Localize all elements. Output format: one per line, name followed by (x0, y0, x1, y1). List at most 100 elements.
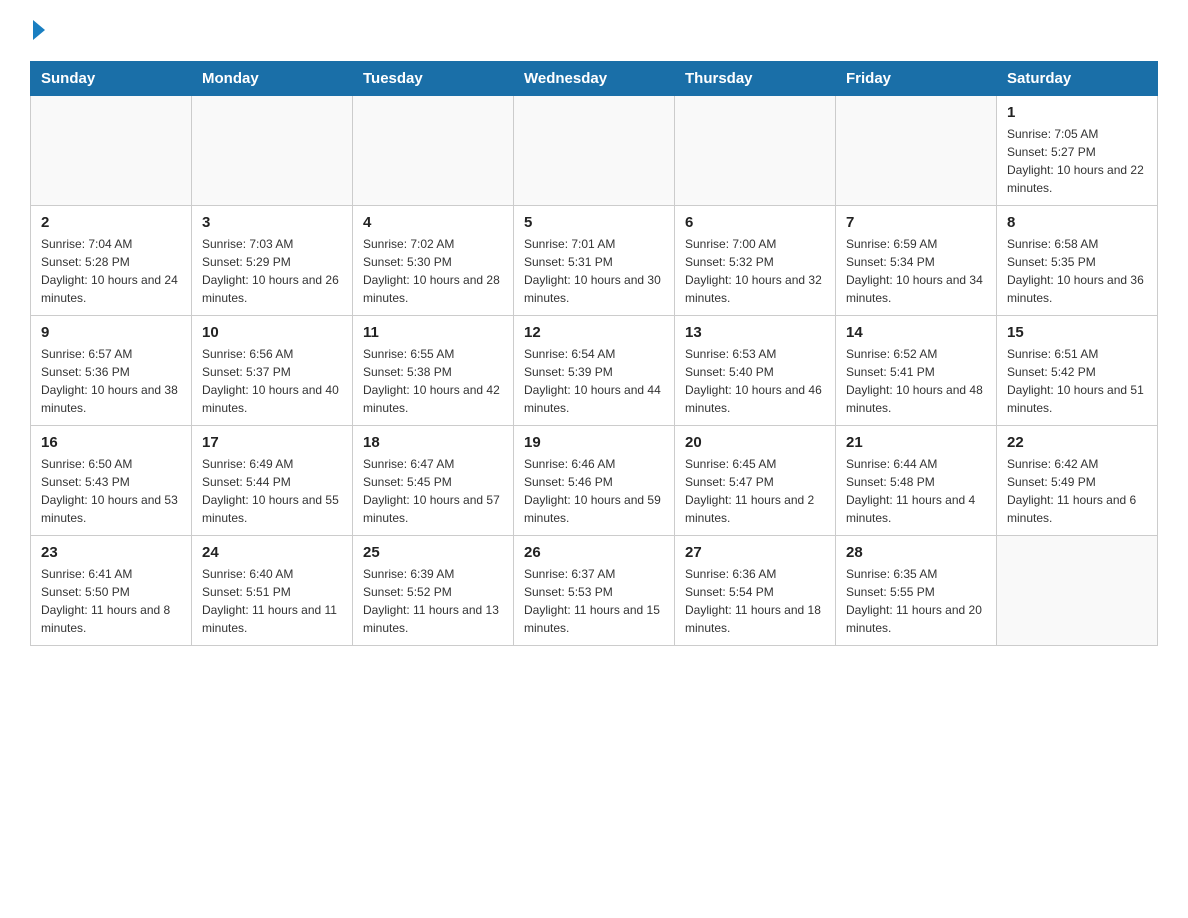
calendar-cell: 19 Sunrise: 6:46 AMSunset: 5:46 PMDayligh… (514, 426, 675, 536)
day-info: Sunrise: 7:03 AMSunset: 5:29 PMDaylight:… (202, 235, 342, 307)
calendar-cell (353, 96, 514, 206)
day-number: 4 (363, 214, 503, 231)
day-info: Sunrise: 6:46 AMSunset: 5:46 PMDaylight:… (524, 455, 664, 527)
day-info: Sunrise: 6:58 AMSunset: 5:35 PMDaylight:… (1007, 235, 1147, 307)
day-number: 23 (41, 544, 181, 561)
calendar-cell: 3 Sunrise: 7:03 AMSunset: 5:29 PMDaylight… (192, 206, 353, 316)
calendar-cell: 27 Sunrise: 6:36 AMSunset: 5:54 PMDayligh… (675, 536, 836, 646)
calendar-cell (675, 96, 836, 206)
logo-triangle-icon (33, 20, 45, 40)
day-number: 9 (41, 324, 181, 341)
calendar-table: SundayMondayTuesdayWednesdayThursdayFrid… (30, 61, 1158, 646)
day-number: 21 (846, 434, 986, 451)
day-number: 16 (41, 434, 181, 451)
day-number: 13 (685, 324, 825, 341)
day-info: Sunrise: 6:40 AMSunset: 5:51 PMDaylight:… (202, 565, 342, 637)
day-info: Sunrise: 7:01 AMSunset: 5:31 PMDaylight:… (524, 235, 664, 307)
day-number: 20 (685, 434, 825, 451)
day-info: Sunrise: 6:39 AMSunset: 5:52 PMDaylight:… (363, 565, 503, 637)
day-info: Sunrise: 6:54 AMSunset: 5:39 PMDaylight:… (524, 345, 664, 417)
calendar-cell: 10 Sunrise: 6:56 AMSunset: 5:37 PMDayligh… (192, 316, 353, 426)
calendar-cell: 24 Sunrise: 6:40 AMSunset: 5:51 PMDayligh… (192, 536, 353, 646)
calendar-cell: 21 Sunrise: 6:44 AMSunset: 5:48 PMDayligh… (836, 426, 997, 536)
day-info: Sunrise: 6:42 AMSunset: 5:49 PMDaylight:… (1007, 455, 1147, 527)
day-info: Sunrise: 7:00 AMSunset: 5:32 PMDaylight:… (685, 235, 825, 307)
day-header-monday: Monday (192, 62, 353, 96)
day-header-friday: Friday (836, 62, 997, 96)
calendar-cell: 26 Sunrise: 6:37 AMSunset: 5:53 PMDayligh… (514, 536, 675, 646)
week-row-4: 16 Sunrise: 6:50 AMSunset: 5:43 PMDayligh… (31, 426, 1158, 536)
calendar-cell: 20 Sunrise: 6:45 AMSunset: 5:47 PMDayligh… (675, 426, 836, 536)
day-info: Sunrise: 7:02 AMSunset: 5:30 PMDaylight:… (363, 235, 503, 307)
day-number: 7 (846, 214, 986, 231)
week-row-5: 23 Sunrise: 6:41 AMSunset: 5:50 PMDayligh… (31, 536, 1158, 646)
logo (30, 20, 45, 41)
calendar-cell: 5 Sunrise: 7:01 AMSunset: 5:31 PMDaylight… (514, 206, 675, 316)
calendar-cell: 11 Sunrise: 6:55 AMSunset: 5:38 PMDayligh… (353, 316, 514, 426)
week-row-2: 2Sunrise: 7:04 AMSunset: 5:28 PMDaylight… (31, 206, 1158, 316)
day-header-wednesday: Wednesday (514, 62, 675, 96)
day-number: 22 (1007, 434, 1147, 451)
calendar-cell: 22 Sunrise: 6:42 AMSunset: 5:49 PMDayligh… (997, 426, 1158, 536)
day-number: 11 (363, 324, 503, 341)
day-info: Sunrise: 6:41 AMSunset: 5:50 PMDaylight:… (41, 565, 181, 637)
day-info: Sunrise: 7:05 AMSunset: 5:27 PMDaylight:… (1007, 125, 1147, 197)
day-info: Sunrise: 6:53 AMSunset: 5:40 PMDaylight:… (685, 345, 825, 417)
day-number: 1 (1007, 104, 1147, 121)
calendar-cell: 6 Sunrise: 7:00 AMSunset: 5:32 PMDaylight… (675, 206, 836, 316)
calendar-header-row: SundayMondayTuesdayWednesdayThursdayFrid… (31, 62, 1158, 96)
day-number: 18 (363, 434, 503, 451)
day-info: Sunrise: 6:45 AMSunset: 5:47 PMDaylight:… (685, 455, 825, 527)
calendar-cell (192, 96, 353, 206)
day-number: 15 (1007, 324, 1147, 341)
day-info: Sunrise: 6:47 AMSunset: 5:45 PMDaylight:… (363, 455, 503, 527)
calendar-cell: 12 Sunrise: 6:54 AMSunset: 5:39 PMDayligh… (514, 316, 675, 426)
day-info: Sunrise: 6:35 AMSunset: 5:55 PMDaylight:… (846, 565, 986, 637)
page-header (30, 20, 1158, 41)
day-info: Sunrise: 6:51 AMSunset: 5:42 PMDaylight:… (1007, 345, 1147, 417)
calendar-cell: 2Sunrise: 7:04 AMSunset: 5:28 PMDaylight… (31, 206, 192, 316)
calendar-cell: 16 Sunrise: 6:50 AMSunset: 5:43 PMDayligh… (31, 426, 192, 536)
calendar-cell: 1 Sunrise: 7:05 AMSunset: 5:27 PMDaylight… (997, 96, 1158, 206)
day-info: Sunrise: 6:56 AMSunset: 5:37 PMDaylight:… (202, 345, 342, 417)
day-number: 6 (685, 214, 825, 231)
day-info: Sunrise: 6:55 AMSunset: 5:38 PMDaylight:… (363, 345, 503, 417)
day-number: 24 (202, 544, 342, 561)
day-number: 28 (846, 544, 986, 561)
day-number: 12 (524, 324, 664, 341)
calendar-cell: 18 Sunrise: 6:47 AMSunset: 5:45 PMDayligh… (353, 426, 514, 536)
calendar-cell: 25 Sunrise: 6:39 AMSunset: 5:52 PMDayligh… (353, 536, 514, 646)
day-number: 2 (41, 214, 181, 231)
week-row-1: 1 Sunrise: 7:05 AMSunset: 5:27 PMDaylight… (31, 96, 1158, 206)
calendar-cell: 17Sunrise: 6:49 AMSunset: 5:44 PMDayligh… (192, 426, 353, 536)
day-info: Sunrise: 6:36 AMSunset: 5:54 PMDaylight:… (685, 565, 825, 637)
day-number: 14 (846, 324, 986, 341)
day-number: 8 (1007, 214, 1147, 231)
day-info: Sunrise: 6:37 AMSunset: 5:53 PMDaylight:… (524, 565, 664, 637)
day-number: 17 (202, 434, 342, 451)
day-info: Sunrise: 6:50 AMSunset: 5:43 PMDaylight:… (41, 455, 181, 527)
day-header-sunday: Sunday (31, 62, 192, 96)
calendar-cell: 7 Sunrise: 6:59 AMSunset: 5:34 PMDaylight… (836, 206, 997, 316)
day-number: 25 (363, 544, 503, 561)
calendar-cell (997, 536, 1158, 646)
day-number: 3 (202, 214, 342, 231)
day-number: 27 (685, 544, 825, 561)
calendar-cell: 9Sunrise: 6:57 AMSunset: 5:36 PMDaylight… (31, 316, 192, 426)
day-info: Sunrise: 6:59 AMSunset: 5:34 PMDaylight:… (846, 235, 986, 307)
calendar-cell: 14 Sunrise: 6:52 AMSunset: 5:41 PMDayligh… (836, 316, 997, 426)
calendar-cell: 8 Sunrise: 6:58 AMSunset: 5:35 PMDaylight… (997, 206, 1158, 316)
calendar-cell: 15 Sunrise: 6:51 AMSunset: 5:42 PMDayligh… (997, 316, 1158, 426)
week-row-3: 9Sunrise: 6:57 AMSunset: 5:36 PMDaylight… (31, 316, 1158, 426)
day-header-thursday: Thursday (675, 62, 836, 96)
calendar-cell (31, 96, 192, 206)
day-number: 26 (524, 544, 664, 561)
day-number: 10 (202, 324, 342, 341)
day-number: 19 (524, 434, 664, 451)
day-header-saturday: Saturday (997, 62, 1158, 96)
day-number: 5 (524, 214, 664, 231)
calendar-cell: 28 Sunrise: 6:35 AMSunset: 5:55 PMDayligh… (836, 536, 997, 646)
calendar-cell (514, 96, 675, 206)
day-info: Sunrise: 6:52 AMSunset: 5:41 PMDaylight:… (846, 345, 986, 417)
day-info: Sunrise: 6:44 AMSunset: 5:48 PMDaylight:… (846, 455, 986, 527)
